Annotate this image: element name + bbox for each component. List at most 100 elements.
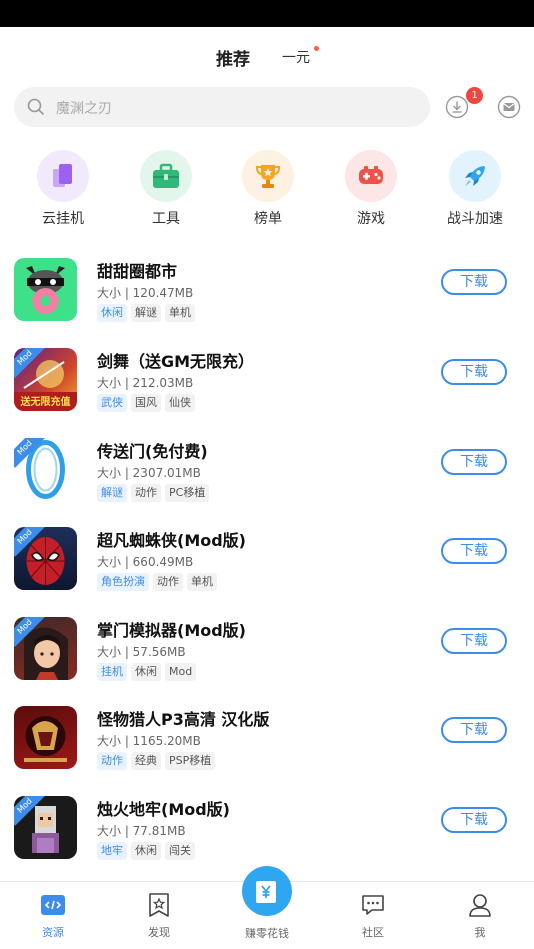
app-tags: 武侠 国风 仙侠 bbox=[97, 394, 195, 412]
download-manager-icon[interactable] bbox=[445, 95, 469, 119]
tag: 动作 bbox=[97, 752, 127, 770]
category-rankings[interactable]: 榜单 bbox=[228, 150, 308, 228]
category-label: 工具 bbox=[152, 211, 180, 227]
money-icon bbox=[256, 881, 276, 903]
gamepad-icon bbox=[345, 150, 397, 202]
earn-money-button[interactable] bbox=[242, 866, 292, 916]
category-tools[interactable]: 工具 bbox=[126, 150, 206, 228]
app-size: 大小 | 120.47MB bbox=[97, 286, 194, 300]
app-tags: 地牢 休闲 闯关 bbox=[97, 842, 195, 860]
toolbox-icon bbox=[140, 150, 192, 202]
status-bar bbox=[0, 0, 534, 27]
tag: 武侠 bbox=[97, 394, 127, 412]
tag: 角色扮演 bbox=[97, 573, 149, 591]
tag: 解谜 bbox=[97, 484, 127, 502]
search-icon bbox=[27, 98, 44, 115]
app-tags: 角色扮演 动作 单机 bbox=[97, 573, 217, 591]
tag: 休闲 bbox=[131, 663, 161, 681]
app-size: 大小 | 212.03MB bbox=[97, 376, 194, 390]
tag: 经典 bbox=[131, 752, 161, 770]
tag: PSP移植 bbox=[165, 752, 216, 770]
tab-recommend[interactable]: 推荐 bbox=[216, 45, 250, 70]
category-cloud-hangup[interactable]: 云挂机 bbox=[23, 150, 103, 228]
download-button[interactable]: 下载 bbox=[441, 628, 507, 654]
download-button[interactable]: 下载 bbox=[441, 717, 507, 743]
tab-one-yuan[interactable]: 一元 bbox=[282, 47, 310, 67]
download-button[interactable]: 下载 bbox=[441, 807, 507, 833]
nav-label: 发现 bbox=[148, 926, 170, 939]
tag: 单机 bbox=[187, 573, 217, 591]
app-icon-darkest-dungeon: Mod bbox=[14, 796, 77, 859]
tag: 单机 bbox=[165, 304, 195, 322]
category-label: 游戏 bbox=[357, 211, 385, 227]
list-item[interactable]: Mod 传送门(免付费) 大小 | 2307.01MB 解谜 动作 PC移植 下… bbox=[0, 438, 534, 528]
category-label: 战斗加速 bbox=[447, 211, 503, 227]
app-size: 大小 | 77.81MB bbox=[97, 824, 186, 838]
nav-me[interactable]: 我 bbox=[450, 892, 510, 940]
download-button[interactable]: 下载 bbox=[441, 359, 507, 385]
trophy-icon bbox=[242, 150, 294, 202]
message-icon[interactable] bbox=[497, 95, 521, 119]
app-icon-portal: Mod bbox=[14, 438, 77, 501]
rocket-icon bbox=[449, 150, 501, 202]
list-item[interactable]: Mod 掌门模拟器(Mod版) 大小 | 57.56MB 挂机 休闲 Mod 下… bbox=[0, 617, 534, 707]
tag: PC移植 bbox=[165, 484, 210, 502]
tag: 动作 bbox=[153, 573, 183, 591]
search-input[interactable]: 魔渊之刃 bbox=[14, 87, 430, 127]
app-name: 传送门(免付费) bbox=[97, 442, 208, 461]
app-tags: 休闲 解谜 单机 bbox=[97, 304, 195, 322]
nav-label: 我 bbox=[474, 926, 486, 939]
app-size: 大小 | 1165.20MB bbox=[97, 734, 201, 748]
tag: 挂机 bbox=[97, 663, 127, 681]
download-button[interactable]: 下载 bbox=[441, 269, 507, 295]
app-size: 大小 | 57.56MB bbox=[97, 645, 186, 659]
tag: 地牢 bbox=[97, 842, 127, 860]
tag: 休闲 bbox=[97, 304, 127, 322]
list-item[interactable]: 送无限充值 Mod 剑舞（送GM无限充） 大小 | 212.03MB 武侠 国风… bbox=[0, 348, 534, 438]
app-name: 烛火地牢(Mod版) bbox=[97, 800, 230, 819]
app-name: 甜甜圈都市 bbox=[97, 262, 178, 281]
code-icon bbox=[41, 895, 65, 915]
app-name: 超凡蜘蛛侠(Mod版) bbox=[97, 531, 246, 550]
app-size: 大小 | 660.49MB bbox=[97, 555, 194, 569]
app-icon-donut-county bbox=[14, 258, 77, 321]
icon-caption: 送无限充值 bbox=[20, 397, 71, 408]
app-icon-monster-hunter bbox=[14, 706, 77, 769]
bookmark-star-icon bbox=[149, 893, 169, 917]
list-item[interactable]: 怪物猎人P3高清 汉化版 大小 | 1165.20MB 动作 经典 PSP移植 … bbox=[0, 706, 534, 796]
app-name: 剑舞（送GM无限充） bbox=[97, 352, 255, 371]
notification-dot bbox=[314, 46, 319, 51]
top-tabs: 推荐 一元 bbox=[0, 27, 534, 85]
nav-discover[interactable]: 发现 bbox=[129, 892, 189, 940]
download-button[interactable]: 下载 bbox=[441, 538, 507, 564]
app-name: 怪物猎人P3高清 汉化版 bbox=[97, 710, 270, 729]
app-tags: 解谜 动作 PC移植 bbox=[97, 484, 210, 502]
app-icon-jianwu: 送无限充值 Mod bbox=[14, 348, 77, 411]
nav-label-earn: 赚零花钱 bbox=[245, 927, 289, 940]
search-placeholder: 魔渊之刃 bbox=[56, 101, 112, 117]
app-icon-spiderman: Mod bbox=[14, 527, 77, 590]
user-icon bbox=[469, 894, 491, 917]
list-item[interactable]: Mod 超凡蜘蛛侠(Mod版) 大小 | 660.49MB 角色扮演 动作 单机… bbox=[0, 527, 534, 617]
chat-icon bbox=[362, 895, 384, 915]
nav-label: 资源 bbox=[42, 926, 64, 939]
tag: Mod bbox=[165, 663, 197, 681]
nav-community[interactable]: 社区 bbox=[343, 892, 403, 940]
tag: 仙侠 bbox=[165, 394, 195, 412]
app-tags: 挂机 休闲 Mod bbox=[97, 663, 197, 681]
category-games[interactable]: 游戏 bbox=[331, 150, 411, 228]
download-button[interactable]: 下载 bbox=[441, 449, 507, 475]
app-size: 大小 | 2307.01MB bbox=[97, 466, 201, 480]
category-battle-boost[interactable]: 战斗加速 bbox=[435, 150, 515, 228]
cloud-phone-icon bbox=[37, 150, 89, 202]
tag: 国风 bbox=[131, 394, 161, 412]
tag: 动作 bbox=[131, 484, 161, 502]
tag: 闯关 bbox=[165, 842, 195, 860]
list-item[interactable]: 甜甜圈都市 大小 | 120.47MB 休闲 解谜 单机 下载 bbox=[0, 258, 534, 348]
tag: 解谜 bbox=[131, 304, 161, 322]
category-label: 云挂机 bbox=[42, 211, 84, 227]
app-tags: 动作 经典 PSP移植 bbox=[97, 752, 216, 770]
nav-resources[interactable]: 资源 bbox=[23, 892, 83, 940]
category-label: 榜单 bbox=[254, 211, 282, 227]
nav-label: 社区 bbox=[362, 926, 384, 939]
